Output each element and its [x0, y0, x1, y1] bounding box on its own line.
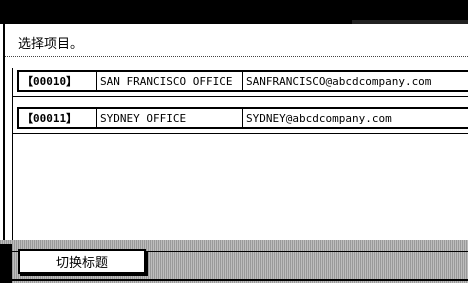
- destination-list: 【00010】 SAN FRANCISCO OFFICE SANFRANCISC…: [12, 70, 468, 251]
- title-bar-accent: [352, 20, 468, 24]
- entry-email: SYDNEY@abcdcompany.com: [246, 111, 392, 125]
- entry-email: SANFRANCISCO@abcdcompany.com: [246, 74, 432, 88]
- toolbar-left-edge: [0, 244, 12, 283]
- entry-name: SYDNEY OFFICE: [97, 109, 243, 127]
- row-separator: [12, 96, 468, 97]
- title-bar: [0, 0, 468, 24]
- entry-id: 【00011】: [19, 109, 97, 127]
- divider: [5, 56, 468, 57]
- footer-border: [12, 279, 468, 281]
- list-item[interactable]: 【00010】 SAN FRANCISCO OFFICE SANFRANCISC…: [17, 70, 468, 92]
- entry-name: SAN FRANCISCO OFFICE: [97, 72, 243, 90]
- list-item[interactable]: 【00011】 SYDNEY OFFICE SYDNEY@abcdcompany…: [17, 107, 468, 129]
- frame-left-border: [3, 24, 5, 260]
- switch-title-button[interactable]: 切换标题: [18, 249, 146, 274]
- entry-id: 【00010】: [19, 72, 97, 90]
- instruction-text: 选择项目。: [18, 37, 84, 52]
- row-separator: [12, 133, 468, 134]
